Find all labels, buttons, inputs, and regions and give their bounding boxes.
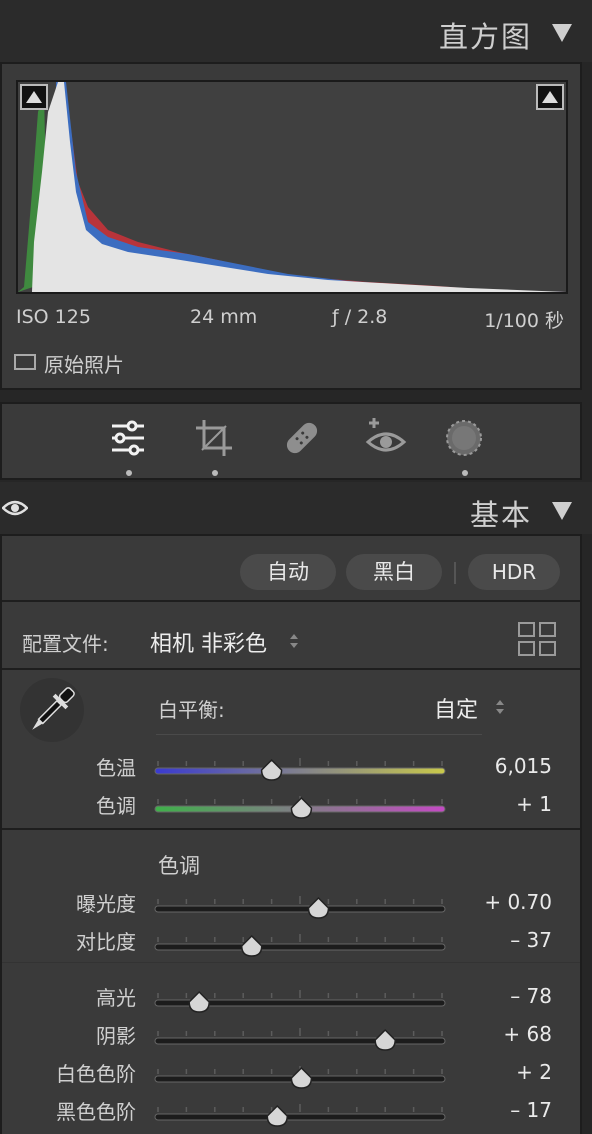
tint-slider-graphic [154,796,446,819]
basic-panel: 自动 黑白 HDR 配置文件: 相机 非彩色 白平衡: 自定 色温 6,015 … [0,534,582,1134]
tint-slider-thumb[interactable] [290,796,313,819]
shutter-readout: 1/100 秒 [484,310,564,332]
blacks-slider-graphic [154,1104,446,1127]
iso-readout: ISO 125 [16,306,91,328]
histogram-luminance [32,82,566,292]
tint-value[interactable]: + 1 [516,792,552,816]
highlights-label: 高光 [96,986,136,1010]
collapse-triangle-icon[interactable] [552,24,572,42]
mask-icon[interactable] [442,416,486,460]
separator [2,828,580,830]
sliders-active-dot [126,470,132,476]
aperture-readout: ƒ / 2.8 [332,306,388,328]
temp-slider[interactable] [154,752,446,782]
crop-icon[interactable] [192,416,236,460]
wb-stepper-icon[interactable] [494,696,506,722]
contrast-slider[interactable] [154,928,446,958]
wb-label: 白平衡: [158,698,225,722]
highlight-clipping-toggle[interactable] [536,84,564,110]
exposure-slider-thumb[interactable] [307,896,330,919]
highlights-slider[interactable] [154,984,446,1014]
tone-heading: 色调 [158,854,200,878]
profile-label: 配置文件: [22,632,109,656]
tint-label: 色调 [96,794,136,818]
mask-dot [462,470,468,476]
heal-icon[interactable] [280,416,324,460]
divider [454,562,456,584]
blacks-value[interactable]: – 17 [510,1098,552,1122]
bw-button[interactable]: 黑白 [346,554,442,590]
separator [2,600,580,602]
original-photo-checkbox[interactable] [14,354,36,370]
blacks-label: 黑色色阶 [56,1100,136,1124]
histogram-svg [18,82,566,292]
separator [2,668,580,670]
hdr-button[interactable]: HDR [468,554,560,590]
blacks-slider-thumb[interactable] [266,1104,289,1127]
highlights-value[interactable]: – 78 [510,984,552,1008]
exposure-slider[interactable] [154,890,446,920]
tool-strip [0,402,582,480]
shadow-clipping-toggle[interactable] [20,84,48,110]
temp-slider-thumb[interactable] [260,758,283,781]
profile-browser-grid-icon[interactable] [518,622,556,660]
histogram-panel: ISO 125 24 mm ƒ / 2.8 1/100 秒 原始照片 [0,62,582,390]
highlights-slider-graphic [154,990,446,1013]
basic-title: 基本 [469,498,532,532]
histogram-title: 直方图 [438,20,532,54]
redeye-icon[interactable] [364,416,408,460]
histogram-graph[interactable] [16,80,568,294]
contrast-slider-graphic [154,934,446,957]
profile-value[interactable]: 相机 非彩色 [150,626,267,658]
whites-slider[interactable] [154,1060,446,1090]
profile-stepper-icon[interactable] [288,630,300,656]
histogram-header[interactable]: 直方图 [0,0,592,62]
wb-value[interactable]: 自定 [434,692,478,724]
auto-button[interactable]: 自动 [240,554,336,590]
whites-slider-thumb[interactable] [290,1066,313,1089]
separator [2,962,580,963]
tint-slider[interactable] [154,790,446,820]
whites-label: 白色色阶 [56,1062,136,1086]
basic-header[interactable]: 基本 [0,482,592,534]
temp-label: 色温 [96,756,136,780]
shadows-slider[interactable] [154,1022,446,1052]
shadows-value[interactable]: + 68 [503,1022,552,1046]
eyedropper-icon [32,687,75,730]
shadows-slider-thumb[interactable] [374,1028,396,1051]
focal-readout: 24 mm [190,306,258,328]
original-photo-label: 原始照片 [44,353,124,377]
exposure-value[interactable]: + 0.70 [484,890,552,914]
contrast-slider-thumb[interactable] [240,934,263,957]
highlights-slider-thumb[interactable] [188,990,210,1013]
wb-eyedropper-button[interactable] [20,678,84,742]
shadows-label: 阴影 [96,1024,136,1048]
collapse-triangle-icon[interactable] [552,502,572,520]
visibility-eye-icon[interactable] [1,498,29,522]
crop-dot [212,470,218,476]
shadows-slider-graphic [154,1028,446,1051]
temp-value[interactable]: 6,015 [495,754,552,778]
sliders-icon[interactable] [106,416,150,460]
contrast-value[interactable]: – 37 [510,928,552,952]
temp-slider-graphic [154,758,446,781]
contrast-label: 对比度 [76,930,136,954]
whites-value[interactable]: + 2 [516,1060,552,1084]
exposure-label: 曝光度 [76,892,136,916]
whites-slider-graphic [154,1066,446,1089]
blacks-slider[interactable] [154,1098,446,1128]
exposure-slider-graphic [154,896,446,919]
wb-underline [156,734,482,735]
